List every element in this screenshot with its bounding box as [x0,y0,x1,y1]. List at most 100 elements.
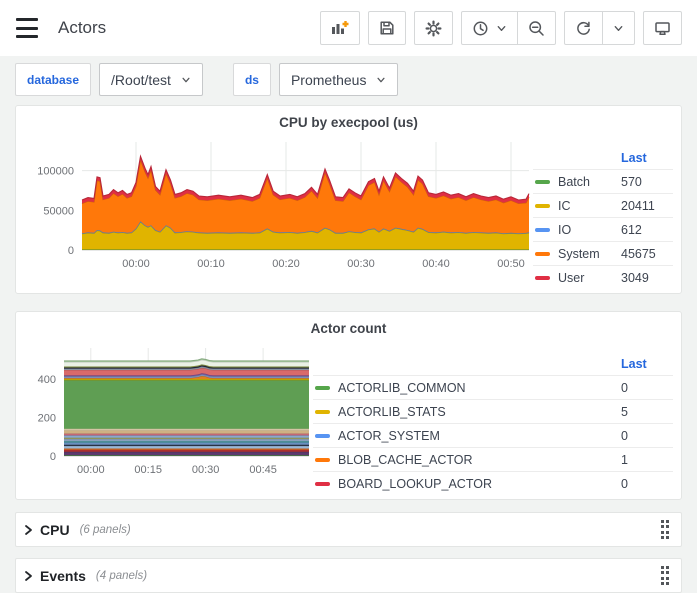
clock-icon [472,20,489,37]
svg-text:00:00: 00:00 [77,464,105,476]
database-variable-value: /Root/test [111,72,171,88]
legend-row[interactable]: ACTORLIB_STATS5 [313,399,673,423]
row-panel-count: (6 panels) [80,524,131,536]
legend-row[interactable]: ACTORLIB_COMMON0 [313,375,673,399]
chevron-down-icon [376,75,386,85]
row-title: CPU [40,522,70,538]
row-events[interactable]: Events (4 panels) [15,558,682,593]
top-bar: Actors [0,0,697,56]
cpu-execpool-chart[interactable]: 05000010000000:0000:1000:2000:3000:4000:… [24,132,533,280]
chevron-down-icon [496,23,507,34]
legend-row[interactable]: User3049 [533,265,673,289]
tv-mode-button[interactable] [643,11,682,45]
legend-last-header: Last [621,357,673,371]
svg-text:50000: 50000 [43,205,74,217]
legend-series-last-value: 5 [621,405,673,419]
legend-series-last-value: 1 [621,453,673,467]
legend-row[interactable]: BLOB_CACHE_ACTOR1 [313,447,673,471]
legend-row[interactable]: IO612 [533,217,673,241]
database-variable-select[interactable]: /Root/test [99,63,203,96]
legend-series-last-value: 3049 [621,271,673,285]
legend-series-swatch [315,482,330,486]
zoom-out-time-range-button[interactable] [518,12,555,44]
ds-variable-select[interactable]: Prometheus [279,63,398,96]
legend-series-last-value: 0 [621,429,673,443]
legend-series-name: System [558,247,621,261]
legend-header-row[interactable]: Last [533,146,673,169]
chevron-right-icon [24,524,33,536]
panel-cpu-by-execpool: CPU by execpool (us) 05000010000000:0000… [15,105,682,294]
chevron-down-icon [181,75,191,85]
legend-series-name: User [558,271,621,285]
time-controls-group [461,11,556,45]
legend-series-last-value: 0 [621,381,673,395]
refresh-controls-group [564,11,635,45]
legend-series-last-value: 570 [621,175,673,189]
dashboard-settings-button[interactable] [414,11,453,45]
actor-count-legend: Last ACTORLIB_COMMON0ACTORLIB_STATS5ACTO… [313,352,673,495]
svg-text:00:45: 00:45 [249,464,277,476]
svg-text:200: 200 [38,412,56,424]
legend-series-swatch [535,276,550,280]
save-icon [379,20,395,36]
menu-hamburger-icon[interactable] [16,18,40,38]
legend-series-swatch [315,434,330,438]
row-drag-handle-icon[interactable] [659,564,672,588]
svg-text:00:30: 00:30 [192,464,220,476]
legend-series-name: Batch [558,175,621,189]
refresh-icon [575,20,592,37]
legend-series-last-value: 0 [621,477,673,491]
legend-series-name: ACTORLIB_STATS [338,405,621,419]
refresh-interval-picker-button[interactable] [603,12,634,44]
row-cpu[interactable]: CPU (6 panels) [15,512,682,547]
legend-series-swatch [315,410,330,414]
legend-row[interactable]: IC20411 [533,193,673,217]
row-drag-handle-icon[interactable] [659,518,672,542]
ds-variable-value: Prometheus [291,72,366,88]
svg-text:00:15: 00:15 [134,464,162,476]
svg-text:0: 0 [68,245,74,257]
database-variable-label: database [15,63,91,96]
legend-series-last-value: 20411 [621,199,673,213]
legend-series-name: BOARD_LOOKUP_ACTOR [338,477,621,491]
chevron-down-icon [613,23,624,34]
legend-series-swatch [535,228,550,232]
legend-series-swatch [535,180,550,184]
svg-text:100000: 100000 [37,166,74,178]
refresh-dashboard-button[interactable] [565,12,602,44]
dashboard-toolbar [320,11,682,45]
svg-text:00:20: 00:20 [272,258,300,270]
cpu-execpool-legend: Last Batch570IC20411IO612System45675User… [533,146,673,289]
legend-row[interactable]: System45675 [533,241,673,265]
actor-count-chart[interactable]: 020040000:0000:1500:3000:45 [24,338,313,486]
panel-actor-count: Actor count 020040000:0000:1500:3000:45 … [15,311,682,500]
add-panel-icon [331,20,349,36]
save-dashboard-button[interactable] [368,11,406,45]
legend-row[interactable]: Batch570 [533,169,673,193]
svg-text:0: 0 [50,451,56,463]
legend-series-swatch [315,458,330,462]
monitor-icon [654,20,671,37]
legend-row[interactable]: ACTOR_SYSTEM0 [313,423,673,447]
legend-series-last-value: 612 [621,223,673,237]
panel-title[interactable]: CPU by execpool (us) [24,112,673,132]
svg-text:00:50: 00:50 [497,258,525,270]
legend-series-name: IO [558,223,621,237]
ds-variable-label: ds [233,63,271,96]
legend-series-last-value: 45675 [621,247,673,261]
legend-header-row[interactable]: Last [313,352,673,375]
legend-series-swatch [535,252,550,256]
svg-text:00:40: 00:40 [422,258,450,270]
chevron-right-icon [24,570,33,582]
dashboard-title: Actors [58,18,106,38]
template-variables-row: database /Root/test ds Prometheus [0,56,697,105]
legend-series-name: ACTORLIB_COMMON [338,381,621,395]
panel-title[interactable]: Actor count [24,318,673,338]
row-title: Events [40,568,86,584]
legend-row[interactable]: BOARD_LOOKUP_ACTOR0 [313,471,673,495]
legend-series-name: IC [558,199,621,213]
add-panel-button[interactable] [320,11,360,45]
time-range-picker-button[interactable] [462,12,517,44]
legend-series-swatch [535,204,550,208]
zoom-out-icon [528,20,545,37]
